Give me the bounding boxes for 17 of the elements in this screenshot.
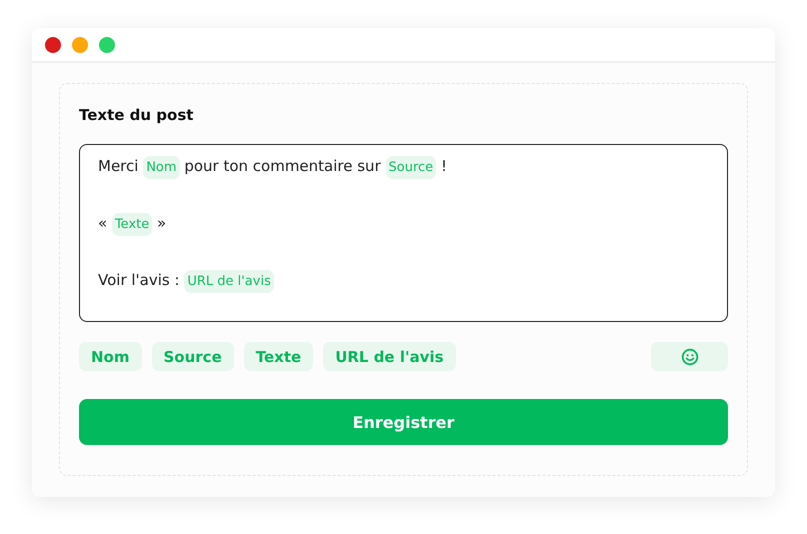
variable-button[interactable]: Texte [244,342,314,371]
variable-tag: Texte [112,213,152,236]
message-line: Merci Nom pour ton commentaire sur Source ! [98,153,709,181]
variable-button[interactable]: Nom [79,342,142,371]
variable-tag: Nom [143,156,180,179]
variable-tag: URL de l'avis [184,270,274,293]
smiley-icon [680,348,698,366]
variable-button[interactable]: URL de l'avis [323,342,456,371]
save-button[interactable]: Enregistrer [79,399,728,445]
message-line: « Texte » [98,210,709,238]
variable-tag: Source [386,156,436,179]
section-title: Texte du post [79,106,194,126]
variable-button[interactable]: Source [152,342,234,371]
message-line: Voir l'avis : URL de l'avis [98,267,709,295]
text-editor[interactable]: Merci Nom pour ton commentaire sur Source ! « Texte » Voir l'avis : URL de l'avis [79,144,728,322]
emoji-button[interactable] [651,342,728,371]
window-control[interactable] [45,36,61,52]
